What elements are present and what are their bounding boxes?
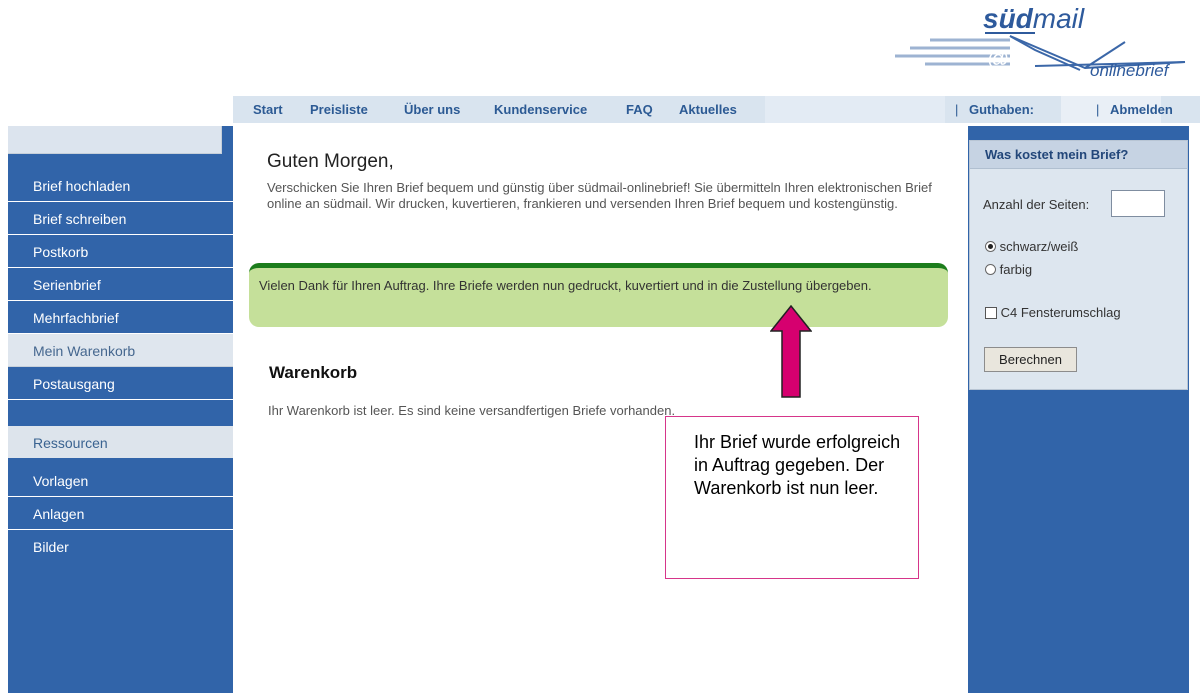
nav-blank-area [765,96,945,123]
color-option-bw[interactable]: schwarz/weiß [985,239,1078,254]
nav-aktuelles[interactable]: Aktuelles [679,102,737,117]
nav-faq[interactable]: FAQ [626,102,653,117]
suedmail-logo[interactable]: @ südmail onlinebrief [885,0,1200,85]
pages-input[interactable] [1111,190,1165,217]
intro-text: Verschicken Sie Ihren Brief bequem und g… [267,180,932,211]
sidebar-item-vorlagen[interactable]: Vorlagen [8,464,233,497]
success-notice: Vielen Dank für Ihren Auftrag. Ihre Brie… [249,263,948,327]
page: @ südmail onlinebrief Start Preisliste Ü… [0,0,1200,693]
calculate-button[interactable]: Berechnen [984,347,1077,372]
logo-brand-rest: mail [1033,3,1085,34]
annotation-text: Ihr Brief wurde erfolgreich in Auftrag g… [694,432,901,498]
price-calculator: Was kostet mein Brief? Anzahl der Seiten… [969,140,1188,390]
logo-graphic: @ südmail onlinebrief [895,3,1186,80]
nav-preisliste[interactable]: Preisliste [310,102,368,117]
success-notice-text: Vielen Dank für Ihren Auftrag. Ihre Brie… [259,278,872,293]
logo-brand-bold: süd [983,3,1034,34]
svg-text:südmail: südmail [983,3,1085,34]
pages-label: Anzahl der Seiten: [983,197,1090,212]
sidebar-item-anlagen[interactable]: Anlagen [8,497,233,530]
cart-empty-message: Ihr Warenkorb ist leer. Es sind keine ve… [268,403,676,418]
sidebar-item-brief-schreiben[interactable]: Brief schreiben [8,202,233,235]
top-navigation: Start Preisliste Über uns Kundenservice … [233,96,1200,123]
envelope-option[interactable]: C4 Fensterumschlag [985,305,1121,320]
nav-separator: | [1096,102,1100,117]
credit-label: Guthaben: [969,102,1034,117]
greeting: Guten Morgen, [267,151,394,172]
sidebar-top-box [8,126,222,154]
sidebar: Brief hochladen Brief schreiben Postkorb… [8,126,233,693]
sidebar-item-mehrfachbrief[interactable]: Mehrfachbrief [8,301,233,334]
annotation-callout: Ihr Brief wurde erfolgreich in Auftrag g… [665,416,919,579]
calculator-title: Was kostet mein Brief? [970,141,1187,169]
sidebar-item-mein-warenkorb[interactable]: Mein Warenkorb [8,334,233,367]
sidebar-item-postausgang[interactable]: Postausgang [8,367,233,400]
logo-tagline: onlinebrief [1090,61,1171,80]
radio-unchecked-icon[interactable] [985,264,996,275]
sidebar-item-postkorb[interactable]: Postkorb [8,235,233,268]
color-option-color-label: farbig [999,262,1033,277]
color-option-color[interactable]: farbig [985,262,1032,277]
cart-title: Warenkorb [269,363,358,382]
sidebar-item-bilder[interactable]: Bilder [8,530,233,563]
sidebar-item-serienbrief[interactable]: Serienbrief [8,268,233,301]
annotation-arrow-icon [770,305,812,398]
nav-start[interactable]: Start [253,102,283,117]
at-symbol: @ [987,46,1009,71]
nav-ueber-uns[interactable]: Über uns [404,102,460,117]
envelope-option-label: C4 Fensterumschlag [1000,305,1121,320]
sidebar-item-brief-hochladen[interactable]: Brief hochladen [8,169,233,202]
color-option-bw-label: schwarz/weiß [999,239,1079,254]
nav-kundenservice[interactable]: Kundenservice [494,102,587,117]
sidebar-resources-header: Ressourcen [8,426,233,458]
checkbox-unchecked-icon[interactable] [985,307,997,319]
nav-separator: | [955,102,959,117]
logout-link[interactable]: Abmelden [1110,102,1173,117]
radio-checked-icon[interactable] [985,241,996,252]
